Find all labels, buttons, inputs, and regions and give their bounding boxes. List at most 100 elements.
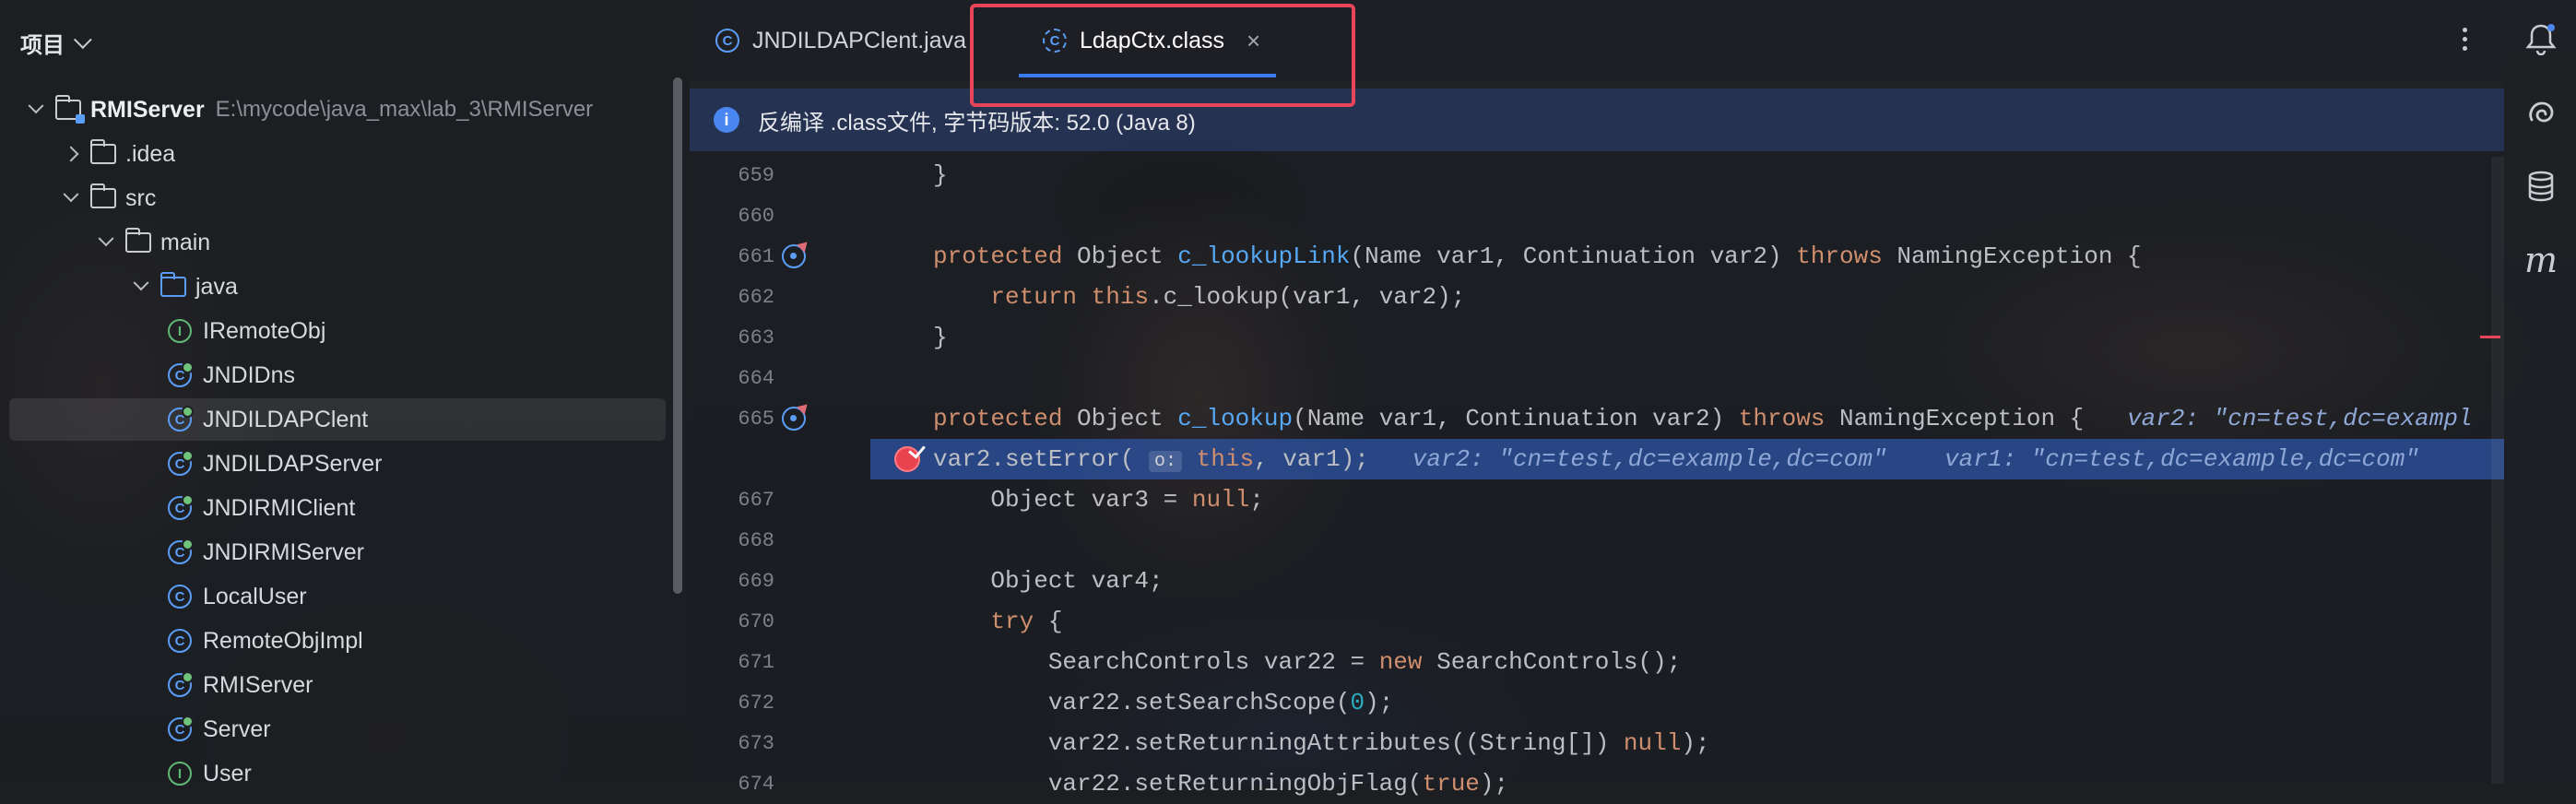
- code-line[interactable]: 660: [690, 195, 2504, 236]
- code-line[interactable]: 673 var22.setReturningAttributes((String…: [690, 723, 2504, 763]
- tree-item-label: .idea: [125, 140, 176, 167]
- folder-icon: [124, 228, 151, 253]
- line-number: 668: [738, 528, 774, 552]
- code-text: protected Object c_lookup(Name var1, Con…: [933, 405, 2473, 432]
- code-text: Object var4;: [933, 567, 1164, 595]
- tree-item-path: E:\mycode\java_max\lab_3\RMIServer: [215, 97, 594, 122]
- module-folder-icon: [54, 95, 85, 124]
- code-text: var2.setError( o: this, var1); var2: "cn…: [933, 445, 2419, 473]
- code-line[interactable]: 672 var22.setSearchScope(0);: [690, 682, 2504, 723]
- chevron-down-icon[interactable]: [96, 232, 116, 253]
- tree-item-label: JNDIRMIServer: [203, 538, 365, 565]
- code-text: return this.c_lookup(var1, var2);: [990, 283, 1466, 311]
- code-text: }: [933, 324, 948, 351]
- folder-icon: [89, 183, 116, 208]
- line-number: 664: [738, 366, 774, 390]
- tab-jndildapclent[interactable]: C JNDILDAPClent.java: [715, 18, 966, 63]
- line-number: 669: [738, 569, 774, 593]
- line-number: 671: [738, 650, 774, 674]
- override-method-icon[interactable]: [782, 244, 806, 268]
- chevron-right-icon[interactable]: [61, 144, 81, 164]
- tree-item[interactable]: main: [0, 221, 666, 264]
- code-line[interactable]: 663}: [690, 317, 2504, 358]
- folder-icon: [89, 139, 116, 164]
- tree-item-label: LocalUser: [203, 583, 307, 609]
- tree-item[interactable]: I IRemoteObj: [0, 310, 666, 352]
- more-options-icon[interactable]: [2463, 28, 2467, 51]
- code-line[interactable]: 671 SearchControls var22 = new SearchCon…: [690, 642, 2504, 682]
- tree-item-label: JNDILDAPServer: [203, 450, 383, 477]
- runnable-class-icon: C: [168, 450, 194, 476]
- tree-item[interactable]: C RMIServer: [0, 664, 666, 706]
- tree-item[interactable]: src: [0, 177, 666, 219]
- tree-item[interactable]: C JNDILDAPServer: [0, 443, 666, 485]
- tree-item[interactable]: C JNDIRMIClient: [0, 487, 666, 529]
- tree-item-label: src: [125, 184, 157, 211]
- code-line[interactable]: 665 protected Object c_lookup(Name var1, …: [690, 398, 2504, 439]
- editor-scrollbar[interactable]: [2491, 157, 2504, 784]
- line-number: 674: [738, 772, 774, 796]
- project-panel-header[interactable]: 项目: [20, 26, 92, 59]
- ai-assistant-icon[interactable]: [2523, 94, 2559, 131]
- tree-item-label: User: [203, 760, 252, 786]
- tree-item-label: RemoteObjImpl: [203, 627, 363, 654]
- line-number: 660: [738, 204, 774, 228]
- tree-item[interactable]: C LocalUser: [0, 575, 666, 618]
- tree-item[interactable]: C RemoteObjImpl: [0, 620, 666, 662]
- tree-item[interactable]: C Server: [0, 708, 666, 751]
- info-banner-text: 反编译 .class文件, 字节码版本: 52.0 (Java 8): [758, 110, 1196, 136]
- tree-item[interactable]: C JNDILDAPClent: [9, 398, 666, 441]
- code-line[interactable]: 669 Object var4;: [690, 561, 2504, 601]
- code-line[interactable]: 662 return this.c_lookup(var1, var2);: [690, 277, 2504, 317]
- tree-item-label: JNDIRMIClient: [203, 494, 356, 521]
- chevron-down-icon[interactable]: [26, 100, 46, 120]
- tree-item-label: java: [195, 273, 238, 300]
- chevron-down-icon[interactable]: [131, 277, 151, 297]
- line-number: 672: [738, 691, 774, 715]
- tree-item-label: Server: [203, 715, 271, 742]
- runnable-class-icon: C: [168, 361, 194, 387]
- tree-item[interactable]: .idea: [0, 133, 666, 175]
- error-stripe-marker[interactable]: [2480, 336, 2500, 338]
- override-method-icon[interactable]: [782, 407, 806, 431]
- annotation-highlight-box: [970, 4, 1355, 107]
- code-text: var22.setReturningAttributes((String[]) …: [933, 729, 1710, 757]
- line-number: 659: [738, 163, 774, 187]
- code-text: }: [933, 161, 948, 189]
- code-text: protected Object c_lookupLink(Name var1,…: [933, 242, 2142, 270]
- maven-icon[interactable]: m: [2523, 240, 2559, 280]
- code-line[interactable]: 668: [690, 520, 2504, 561]
- line-number: 670: [738, 609, 774, 633]
- editor-tab-bar: C JNDILDAPClent.java C LdapCtx.class ×: [690, 0, 2504, 81]
- code-line[interactable]: 659}: [690, 155, 2504, 195]
- tree-item[interactable]: java: [0, 266, 666, 308]
- code-line[interactable]: 664: [690, 358, 2504, 398]
- code-line[interactable]: 661 protected Object c_lookupLink(Name va…: [690, 236, 2504, 277]
- tree-item[interactable]: I User: [0, 752, 666, 795]
- code-area[interactable]: 659} 660 661 protected Object c_lookupLink(…: [690, 151, 2504, 798]
- current-execution-line[interactable]: var2.setError( o: this, var1); var2: "cn…: [870, 439, 2504, 479]
- tab-label: JNDILDAPClent.java: [752, 27, 967, 53]
- database-icon[interactable]: [2523, 168, 2559, 205]
- tree-item-label: JNDILDAPClent: [203, 406, 369, 432]
- chevron-down-icon[interactable]: [61, 188, 81, 208]
- code-text: try {: [990, 608, 1063, 635]
- interface-icon: I: [168, 319, 192, 343]
- info-icon: i: [714, 107, 739, 133]
- decompiled-info-banner: i 反编译 .class文件, 字节码版本: 52.0 (Java 8): [690, 89, 2504, 151]
- tree-item[interactable]: RMIServer E:\mycode\java_max\lab_3\RMISer…: [0, 89, 666, 131]
- project-panel-scrollbar[interactable]: [673, 77, 682, 594]
- code-line[interactable]: 674 var22.setReturningObjFlag(true);: [690, 763, 2504, 804]
- breakpoint-icon[interactable]: [894, 446, 920, 472]
- runnable-class-icon: C: [168, 406, 194, 432]
- runnable-class-icon: C: [168, 538, 194, 564]
- tree-item[interactable]: C JNDIRMIServer: [0, 531, 666, 573]
- notifications-icon[interactable]: [2523, 20, 2559, 57]
- code-text: Object var3 = null;: [933, 486, 1264, 514]
- runnable-class-icon: C: [168, 671, 194, 697]
- code-text: SearchControls var22 = new SearchControl…: [933, 648, 1682, 676]
- runnable-class-icon: C: [168, 715, 194, 741]
- code-line[interactable]: 670 try {: [690, 601, 2504, 642]
- code-line[interactable]: 667 Object var3 = null;: [690, 479, 2504, 520]
- tree-item[interactable]: C JNDIDns: [0, 354, 666, 396]
